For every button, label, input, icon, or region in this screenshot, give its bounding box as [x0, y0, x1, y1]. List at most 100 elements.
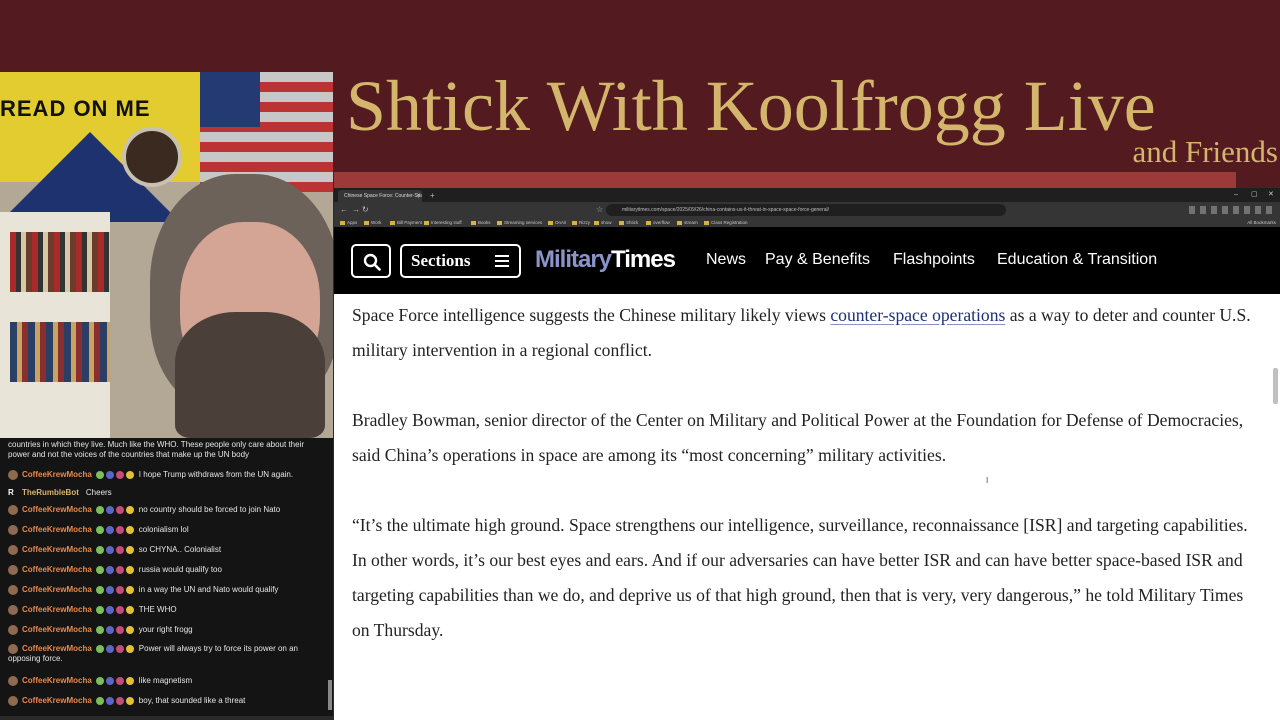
badge-icon — [115, 586, 124, 594]
badge-icon — [95, 697, 104, 705]
badge-icon — [95, 677, 104, 685]
chat-username[interactable]: CoffeeKrewMocha — [22, 644, 92, 653]
chat-message: CoffeeKrewMocha Power will always try to … — [8, 644, 313, 664]
search-button[interactable] — [351, 244, 391, 278]
new-tab-icon[interactable]: + — [430, 190, 435, 202]
bookmark-item[interactable]: stream — [677, 218, 698, 227]
badge-icon — [125, 697, 134, 705]
address-bar[interactable]: militarytimes.com/space/2025/09/26/china… — [606, 204, 1006, 216]
chat-username[interactable]: CoffeeKrewMocha — [22, 585, 92, 594]
chat-message: CoffeeKrewMocha boy, that sounded like a … — [8, 696, 245, 706]
bookmark-item[interactable]: OnAir — [548, 218, 567, 227]
badge-icon — [105, 645, 114, 653]
chat-username[interactable]: CoffeeKrewMocha — [22, 545, 92, 554]
chat-message: CoffeeKrewMocha I hope Trump withdraws fr… — [8, 470, 293, 480]
badge-icon — [125, 677, 134, 685]
close-tab-icon[interactable]: ✕ — [416, 190, 421, 202]
bookmark-item[interactable]: Shtick — [619, 218, 638, 227]
tab-bar: Chinese Space Force: Counter-Space... ✕ … — [334, 188, 1280, 202]
chat-text: in a way the UN and Nato would qualify — [138, 585, 279, 595]
nav-pay-benefits[interactable]: Pay & Benefits — [765, 249, 870, 271]
sections-button[interactable]: Sections — [400, 244, 521, 278]
badge-icon — [105, 566, 114, 574]
chat-message: CoffeeKrewMocha so CHYNA.. Colonialist — [8, 545, 221, 555]
nav-news[interactable]: News — [706, 249, 746, 271]
back-icon[interactable]: ← — [340, 204, 348, 216]
badge-icon — [95, 586, 104, 594]
badge-icon — [115, 471, 124, 479]
badge-icon — [105, 606, 114, 614]
bookmark-item[interactable]: Work — [364, 218, 381, 227]
chat-username[interactable]: CoffeeKrewMocha — [22, 505, 92, 514]
chat-message: CoffeeKrewMocha no country should be forc… — [8, 505, 280, 515]
chat-username[interactable]: CoffeeKrewMocha — [22, 625, 92, 634]
chat-username[interactable]: CoffeeKrewMocha — [22, 565, 92, 574]
chat-message: CoffeeKrewMocha colonialism lol — [8, 525, 189, 535]
site-header: Sections MilitaryTimes News Pay & Benefi… — [334, 227, 1280, 294]
avatar — [8, 505, 18, 515]
chat-text: like magnetism — [138, 676, 193, 686]
badge-icon — [95, 606, 104, 614]
badge-icon — [95, 546, 104, 554]
all-bookmarks[interactable]: All Bookmarks — [1247, 218, 1276, 227]
bookmark-item[interactable]: Apps — [340, 218, 357, 227]
chat-username[interactable]: CoffeeKrewMocha — [22, 605, 92, 614]
article-body: Space Force intelligence suggests the Ch… — [352, 298, 1257, 683]
chat-text: colonialism lol — [138, 525, 189, 535]
avatar — [8, 545, 18, 555]
badge-icon — [115, 626, 124, 634]
maximize-icon[interactable]: ▢ — [1251, 189, 1258, 201]
forward-icon[interactable]: → — [352, 204, 360, 216]
badge-icon — [105, 471, 114, 479]
badge-icon — [105, 626, 114, 634]
badge-icon — [125, 526, 134, 534]
avatar — [8, 625, 18, 635]
minimize-icon[interactable]: – — [1234, 189, 1238, 201]
bookmark-item[interactable]: overflow — [646, 218, 670, 227]
chat-message: CoffeeKrewMocha like magnetism — [8, 676, 192, 686]
logo-part-military: Military — [535, 246, 612, 273]
badge-icon — [115, 697, 124, 705]
chat-username[interactable]: TheRumbleBot — [22, 488, 79, 497]
badge-icon — [125, 586, 134, 594]
chat-username[interactable]: CoffeeKrewMocha — [22, 676, 92, 685]
military-times-logo[interactable]: MilitaryTimes — [535, 245, 676, 275]
chat-username[interactable]: CoffeeKrewMocha — [22, 525, 92, 534]
browser-tab[interactable]: Chinese Space Force: Counter-Space... — [338, 190, 422, 202]
chat-message: CoffeeKrewMocha your right frogg — [8, 625, 193, 635]
chat-scrollbar[interactable] — [328, 680, 332, 710]
stream-title: Shtick With Koolfrogg Live — [346, 66, 1156, 146]
bookmark-item[interactable]: Class Registration — [704, 218, 748, 227]
badge-icon — [125, 471, 134, 479]
chat-username[interactable]: CoffeeKrewMocha — [22, 470, 92, 479]
badge-icon — [95, 506, 104, 514]
chat-text: countries in which they live. Much like … — [8, 440, 304, 459]
reload-icon[interactable]: ↻ — [362, 204, 369, 216]
bookmark-item[interactable]: Streaming services — [497, 218, 542, 227]
close-window-icon[interactable]: ✕ — [1268, 189, 1274, 201]
avatar — [8, 644, 18, 654]
chat-username[interactable]: CoffeeKrewMocha — [22, 696, 92, 705]
bookmark-item[interactable]: Books — [471, 218, 491, 227]
badge-icon — [95, 566, 104, 574]
bookmark-star-icon[interactable]: ☆ — [596, 204, 603, 216]
badge-icon — [105, 506, 114, 514]
banner-bar — [334, 172, 1236, 188]
nav-education-transition[interactable]: Education & Transition — [997, 249, 1157, 271]
chat-text: I hope Trump withdraws from the UN again… — [138, 470, 294, 480]
page-scrollbar[interactable] — [1273, 368, 1278, 404]
badge-icon — [115, 645, 124, 653]
search-icon — [363, 253, 381, 271]
bookmark-item[interactable]: show — [594, 218, 612, 227]
bookmark-item[interactable]: Interesting stuff — [424, 218, 462, 227]
counter-space-operations-link[interactable]: counter-space operations — [830, 305, 1005, 325]
chat-input-strip[interactable] — [0, 716, 333, 720]
stream-subtitle: and Friends — [1132, 134, 1278, 169]
chat-message: CoffeeKrewMocha in a way the UN and Nato … — [8, 585, 278, 595]
badge-icon — [105, 526, 114, 534]
nav-flashpoints[interactable]: Flashpoints — [893, 249, 975, 271]
bookmark-item[interactable]: Rizzy — [572, 218, 590, 227]
extension-icons[interactable] — [1189, 206, 1275, 214]
bookmark-item[interactable]: Bill Payment — [390, 218, 422, 227]
chat-message: CoffeeKrewMocha russia would qualify too — [8, 565, 222, 575]
